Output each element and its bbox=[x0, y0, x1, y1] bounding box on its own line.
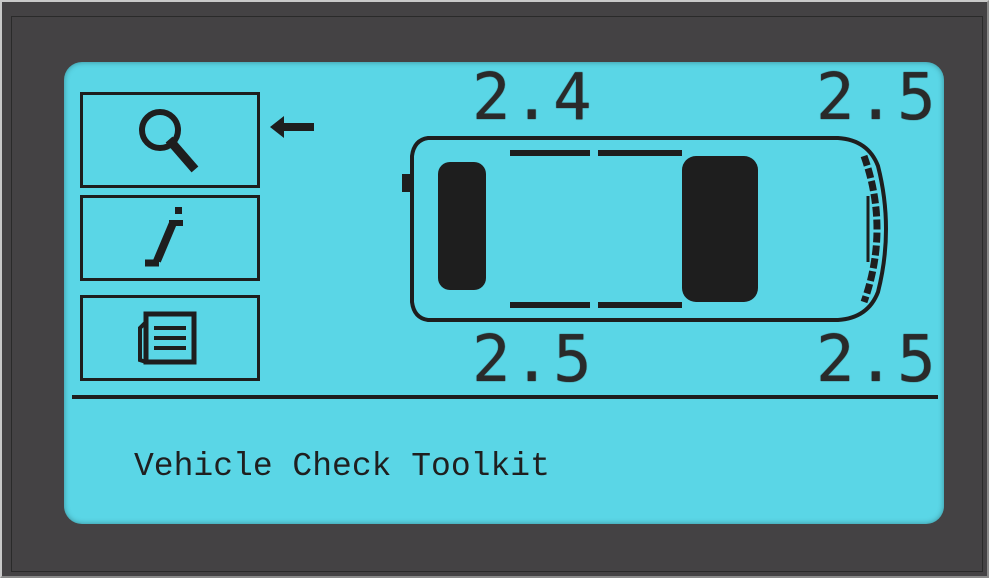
info-icon bbox=[145, 207, 183, 267]
car-top-view-icon bbox=[402, 136, 888, 322]
list-icon bbox=[138, 311, 197, 365]
search-icon bbox=[139, 109, 199, 173]
tire-pressure-front-left: 2.4 bbox=[472, 62, 594, 135]
arrow-left-icon bbox=[270, 116, 314, 138]
list-menu-button[interactable] bbox=[80, 295, 260, 381]
info-menu-button[interactable] bbox=[80, 195, 260, 281]
lcd-screen: 2.4 2.5 2.5 2.5 Vehicle Check Toolkit bbox=[64, 62, 944, 524]
tire-pressure-front-right: 2.5 bbox=[816, 62, 938, 135]
status-text: Vehicle Check Toolkit bbox=[134, 448, 550, 485]
tire-pressure-rear-right: 2.5 bbox=[816, 323, 938, 397]
search-menu-button[interactable] bbox=[80, 92, 260, 188]
tire-pressure-rear-left: 2.5 bbox=[472, 323, 594, 397]
divider bbox=[72, 395, 938, 399]
